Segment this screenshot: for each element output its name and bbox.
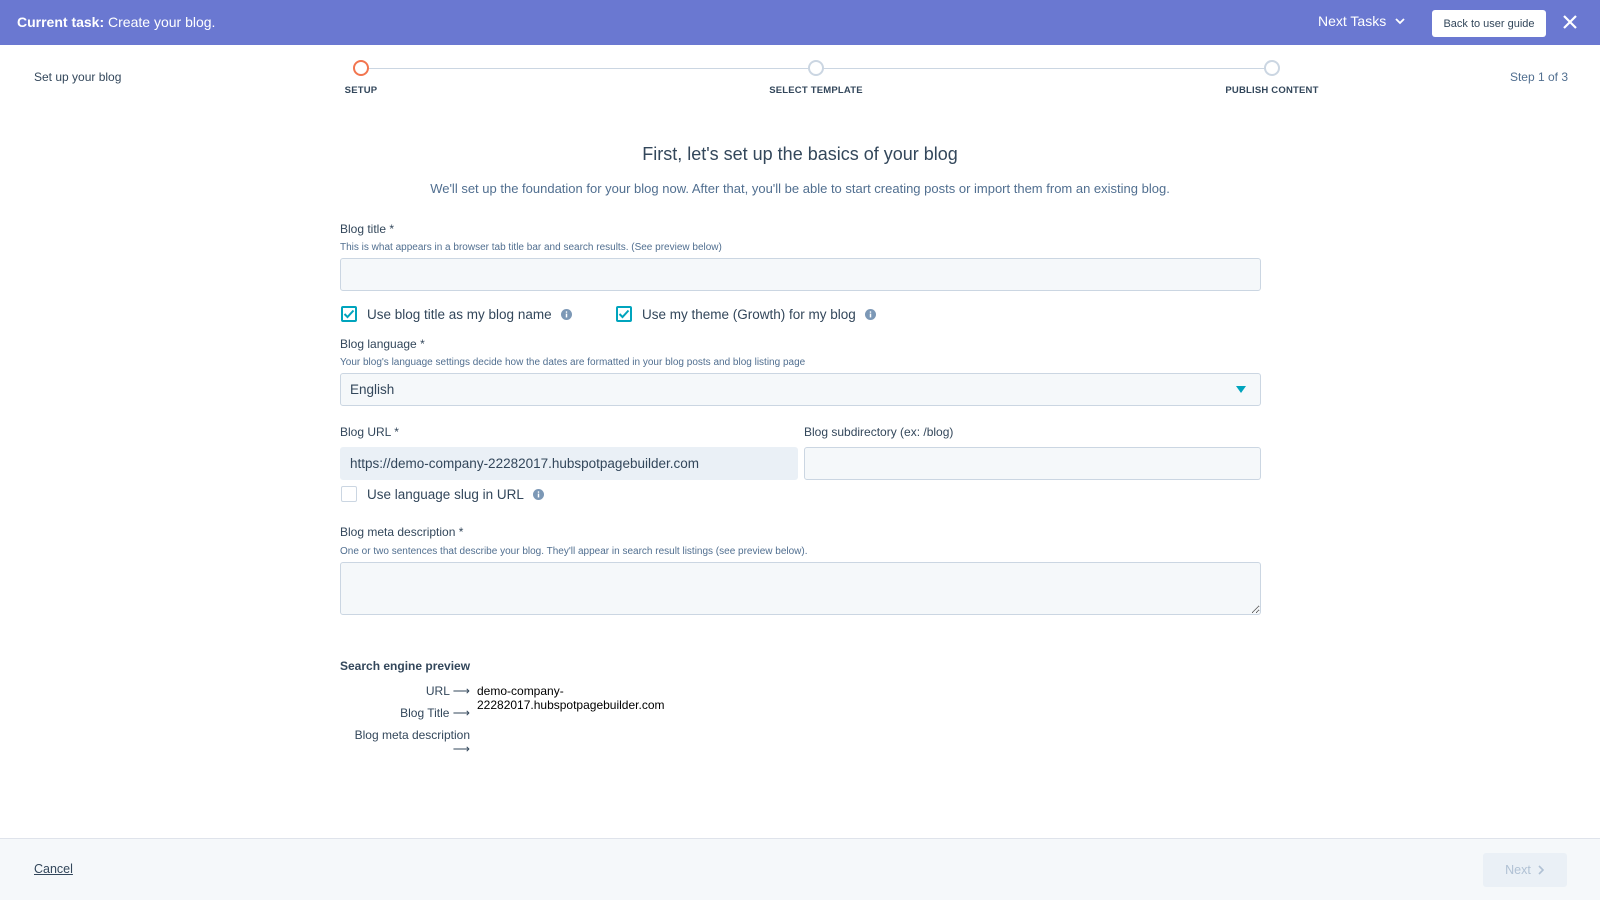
page-title: First, let's set up the basics of your b… [642, 144, 958, 164]
preview-key: Blog meta description ⟶ [354, 728, 470, 756]
chevron-right-icon [1538, 865, 1544, 875]
next-button-label: Next [1505, 863, 1531, 877]
blog-language-help: Your blog's language settings decide how… [340, 357, 806, 368]
footer-bar: Cancel Next [0, 838, 1600, 900]
use-title-as-name-label: Use blog title as my blog name [367, 306, 552, 322]
next-button[interactable]: Next [1483, 853, 1567, 887]
step-dot-setup [353, 60, 369, 76]
meta-description-textarea[interactable] [340, 562, 1261, 615]
checkmark-icon [343, 309, 355, 319]
language-slug-option[interactable]: Use language slug in URL [341, 486, 544, 502]
page-subtitle: We'll set up the foundation for your blo… [430, 181, 1170, 196]
search-preview-title: Search engine preview [340, 659, 471, 673]
close-icon[interactable] [1562, 14, 1578, 30]
use-theme-option[interactable]: Use my theme (Growth) for my blog [616, 306, 876, 322]
blog-language-value: English [350, 382, 395, 397]
meta-description-label: Blog meta description * [340, 525, 464, 539]
blog-url-field[interactable]: https://demo-company-22282017.hubspotpag… [340, 447, 798, 480]
use-title-as-name-checkbox[interactable] [341, 306, 357, 322]
current-task-text: Create your blog. [104, 14, 216, 30]
cancel-link[interactable]: Cancel [34, 862, 73, 876]
page-label: Set up your blog [34, 70, 122, 84]
blog-subdirectory-input[interactable] [804, 447, 1261, 480]
step-label-select-template: SELECT TEMPLATE [769, 85, 863, 96]
blog-title-input[interactable] [340, 258, 1261, 291]
step-dot-publish-content [1264, 60, 1280, 76]
stepper-track [816, 68, 1272, 69]
use-theme-checkbox[interactable] [616, 306, 632, 322]
step-count: Step 1 of 3 [1509, 70, 1568, 84]
preview-value: demo-company-22282017.hubspotpagebuilder… [477, 684, 665, 712]
info-icon[interactable] [532, 488, 544, 500]
blog-title-help: This is what appears in a browser tab ti… [340, 242, 722, 253]
step-label-publish-content: PUBLISH CONTENT [1225, 85, 1319, 96]
language-slug-checkbox[interactable] [341, 486, 357, 502]
meta-description-help: One or two sentences that describe your … [340, 546, 808, 557]
language-slug-label: Use language slug in URL [367, 486, 524, 502]
blog-url-value: https://demo-company-22282017.hubspotpag… [350, 456, 699, 471]
step-dot-select-template [808, 60, 824, 76]
blog-title-label: Blog title * [340, 222, 395, 236]
step-label-setup: SETUP [344, 85, 378, 96]
current-task-prefix: Current task: [17, 14, 105, 30]
back-to-user-guide-button[interactable]: Back to user guide [1432, 10, 1546, 37]
current-task: Current task: Create your blog. [17, 14, 215, 30]
info-icon[interactable] [560, 308, 572, 320]
task-banner: Current task: Create your blog. Next Tas… [0, 0, 1600, 45]
use-theme-label: Use my theme (Growth) for my blog [642, 306, 856, 322]
next-tasks-dropdown[interactable]: Next Tasks [1318, 13, 1406, 29]
blog-language-label: Blog language * [340, 337, 425, 351]
use-title-as-name-option[interactable]: Use blog title as my blog name [341, 306, 572, 322]
next-tasks-label: Next Tasks [1318, 13, 1387, 29]
preview-key: Blog Title ⟶ [400, 706, 470, 720]
blog-subdirectory-label: Blog subdirectory (ex: /blog) [804, 425, 954, 439]
blog-url-label: Blog URL * [340, 425, 399, 439]
checkmark-icon [618, 309, 630, 319]
stepper-track [361, 68, 816, 69]
info-icon[interactable] [864, 308, 876, 320]
preview-key: URL ⟶ [425, 684, 470, 698]
caret-down-icon [1236, 386, 1246, 393]
chevron-down-icon [1395, 18, 1405, 25]
blog-language-select[interactable]: English [340, 373, 1261, 406]
